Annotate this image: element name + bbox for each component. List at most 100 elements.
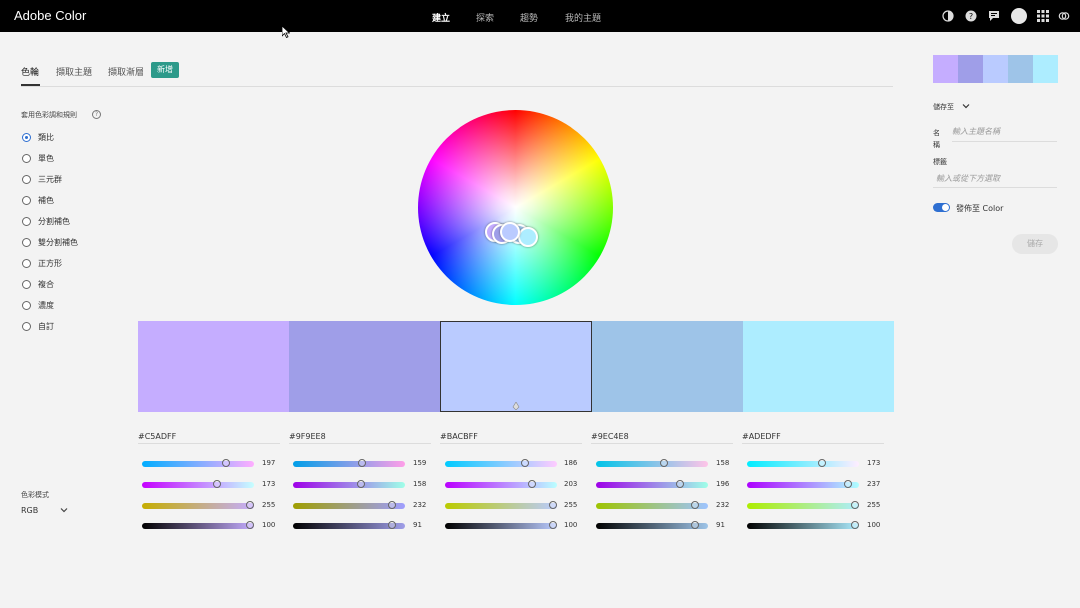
red-slider[interactable] [445, 459, 557, 467]
swatch[interactable] [288, 321, 440, 412]
red-slider[interactable] [747, 459, 859, 467]
apps-grid-icon[interactable] [1037, 10, 1049, 22]
slider-handle[interactable] [246, 501, 254, 509]
slider-handle[interactable] [388, 521, 396, 529]
tab-extract-theme[interactable]: 擷取主題 [56, 65, 92, 78]
blue-slider[interactable] [293, 501, 405, 509]
radio-button[interactable] [22, 280, 31, 289]
swatch-selected[interactable] [439, 321, 593, 412]
slider-value[interactable]: 232 [716, 501, 729, 509]
chevron-down-icon[interactable] [962, 102, 970, 110]
radio-button[interactable] [22, 154, 31, 163]
slider-handle[interactable] [388, 501, 396, 509]
slider-value[interactable]: 203 [564, 480, 577, 488]
green-slider[interactable] [596, 480, 708, 488]
radio-button[interactable] [22, 133, 31, 142]
swatch[interactable] [138, 321, 289, 412]
green-slider[interactable] [747, 480, 859, 488]
hex-value[interactable]: #9EC4E8 [591, 432, 629, 441]
slider-value[interactable]: 173 [262, 480, 275, 488]
color-wheel[interactable] [418, 110, 613, 305]
slider-value[interactable]: 197 [262, 459, 275, 467]
slider-value[interactable]: 232 [413, 501, 426, 509]
blue-slider[interactable] [445, 501, 557, 509]
hex-value[interactable]: #9F9EE8 [289, 432, 326, 441]
slider-value[interactable]: 91 [716, 521, 725, 529]
red-slider[interactable] [596, 459, 708, 467]
blue-slider[interactable] [142, 501, 254, 509]
theme-contrast-icon[interactable] [942, 10, 954, 22]
avatar[interactable] [1011, 8, 1027, 24]
tab-extract-gradient[interactable]: 擷取漸層 [108, 65, 144, 78]
slider-handle[interactable] [691, 521, 699, 529]
slider-handle[interactable] [549, 521, 557, 529]
green-slider[interactable] [445, 480, 557, 488]
slider-value[interactable]: 255 [564, 501, 577, 509]
slider-handle[interactable] [818, 459, 826, 467]
help-icon[interactable]: ? [92, 110, 101, 119]
theme-name-input[interactable]: 輸入主題名稱 [952, 126, 1057, 137]
slider-value[interactable]: 196 [716, 480, 729, 488]
green-slider[interactable] [293, 480, 405, 488]
brightness-slider[interactable] [293, 521, 405, 529]
slider-handle[interactable] [851, 521, 859, 529]
slider-handle[interactable] [528, 480, 536, 488]
slider-value[interactable]: 186 [564, 459, 577, 467]
brightness-slider[interactable] [596, 521, 708, 529]
app-title[interactable]: Adobe Color [14, 8, 86, 23]
save-button[interactable]: 儲存 [1012, 234, 1058, 254]
publish-toggle[interactable] [933, 203, 950, 212]
tab-color-wheel[interactable]: 色輪 [21, 65, 39, 78]
radio-button[interactable] [22, 259, 31, 268]
slider-value[interactable]: 100 [867, 521, 880, 529]
slider-handle[interactable] [357, 480, 365, 488]
help-icon[interactable]: ? [965, 10, 977, 22]
chevron-down-icon[interactable] [60, 506, 68, 514]
nav-explore[interactable]: 探索 [476, 11, 494, 24]
hex-value[interactable]: #ADEDFF [742, 432, 781, 441]
slider-handle[interactable] [691, 501, 699, 509]
slider-value[interactable]: 255 [867, 501, 880, 509]
slider-value[interactable]: 158 [413, 480, 426, 488]
radio-button[interactable] [22, 238, 31, 247]
color-mode-select[interactable]: RGB [21, 506, 38, 515]
feedback-icon[interactable] [988, 10, 1000, 22]
slider-handle[interactable] [358, 459, 366, 467]
slider-handle[interactable] [549, 501, 557, 509]
swatch[interactable] [592, 321, 744, 412]
blue-slider[interactable] [596, 501, 708, 509]
red-slider[interactable] [142, 459, 254, 467]
radio-button[interactable] [22, 301, 31, 310]
radio-button[interactable] [22, 175, 31, 184]
theme-preview[interactable] [933, 55, 1058, 83]
slider-value[interactable]: 100 [564, 521, 577, 529]
slider-handle[interactable] [521, 459, 529, 467]
hex-value[interactable]: #BACBFF [440, 432, 478, 441]
nav-create[interactable]: 建立 [432, 11, 450, 24]
radio-button[interactable] [22, 217, 31, 226]
slider-handle[interactable] [844, 480, 852, 488]
brightness-slider[interactable] [445, 521, 557, 529]
slider-value[interactable]: 255 [262, 501, 275, 509]
hex-value[interactable]: #C5ADFF [138, 432, 176, 441]
slider-handle[interactable] [851, 501, 859, 509]
red-slider[interactable] [293, 459, 405, 467]
slider-handle[interactable] [213, 480, 221, 488]
tags-input[interactable]: 輸入或從下方選取 [936, 173, 1056, 184]
radio-button[interactable] [22, 196, 31, 205]
creative-cloud-icon[interactable] [1058, 10, 1070, 22]
blue-slider[interactable] [747, 501, 859, 509]
slider-value[interactable]: 100 [262, 521, 275, 529]
slider-value[interactable]: 173 [867, 459, 880, 467]
nav-trends[interactable]: 趨勢 [520, 11, 538, 24]
nav-my-themes[interactable]: 我的主題 [565, 11, 601, 24]
slider-handle[interactable] [246, 521, 254, 529]
slider-handle[interactable] [676, 480, 684, 488]
slider-value[interactable]: 91 [413, 521, 422, 529]
radio-button[interactable] [22, 322, 31, 331]
brightness-slider[interactable] [142, 521, 254, 529]
brightness-slider[interactable] [747, 521, 859, 529]
swatch[interactable] [743, 321, 894, 412]
slider-value[interactable]: 237 [867, 480, 880, 488]
slider-value[interactable]: 158 [716, 459, 729, 467]
